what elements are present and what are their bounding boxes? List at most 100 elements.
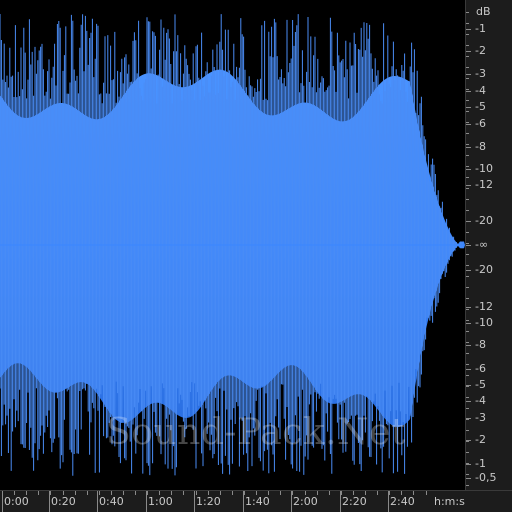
db-minor-tick — [466, 342, 469, 343]
db-label: -8 — [475, 140, 486, 153]
time-minor-tick — [50, 491, 51, 495]
db-tick — [466, 74, 471, 75]
db-minor-tick — [466, 34, 469, 35]
db-minor-tick — [466, 364, 469, 365]
time-minor-tick — [147, 491, 148, 495]
db-minor-tick — [466, 353, 469, 354]
time-label: 2:00 — [293, 495, 318, 508]
time-minor-tick — [365, 491, 366, 495]
db-minor-tick — [466, 23, 469, 24]
db-minor-tick — [466, 474, 469, 475]
db-minor-tick — [466, 210, 469, 211]
db-label: -10 — [475, 316, 493, 329]
db-label: -10 — [475, 162, 493, 175]
time-minor-tick — [389, 491, 390, 495]
time-minor-tick — [341, 491, 342, 495]
db-label: -3 — [475, 411, 486, 424]
db-tick — [466, 478, 471, 479]
db-tick — [466, 107, 471, 108]
time-minor-tick — [38, 491, 39, 495]
time-minor-tick — [159, 491, 160, 495]
db-label: -12 — [475, 300, 493, 313]
db-tick — [466, 124, 471, 125]
time-minor-tick — [256, 491, 257, 495]
db-tick — [466, 51, 471, 52]
time-minor-tick — [401, 491, 402, 495]
time-minor-tick — [63, 491, 64, 495]
db-minor-tick — [466, 144, 469, 145]
db-label: -20 — [475, 263, 493, 276]
db-tick — [466, 245, 471, 246]
time-minor-tick — [280, 491, 281, 495]
db-minor-tick — [466, 309, 469, 310]
db-minor-tick — [466, 89, 469, 90]
time-ruler: h:m:s 0:00 0:20 0:40 1:00 1:20 1:40 2:00 2:20 2:… — [0, 490, 512, 512]
time-minor-tick — [87, 491, 88, 495]
db-minor-tick — [466, 408, 469, 409]
db-minor-tick — [466, 485, 469, 486]
db-label-infinity: -∞ — [475, 238, 489, 251]
time-label: 1:40 — [245, 495, 270, 508]
db-tick — [466, 307, 471, 308]
db-minor-tick — [466, 188, 469, 189]
db-minor-tick — [466, 122, 469, 123]
db-unit-label: dB — [476, 5, 491, 18]
db-minor-tick — [466, 276, 469, 277]
db-minor-tick — [466, 452, 469, 453]
db-minor-tick — [466, 430, 469, 431]
db-minor-tick — [466, 287, 469, 288]
db-minor-tick — [466, 111, 469, 112]
db-tick — [466, 185, 471, 186]
db-label: -5 — [475, 378, 486, 391]
waveform-panel[interactable] — [0, 0, 465, 490]
time-minor-tick — [196, 491, 197, 495]
time-label: 2:40 — [390, 495, 415, 508]
time-minor-tick — [2, 491, 3, 495]
db-tick — [466, 270, 471, 271]
db-label: -2 — [475, 433, 486, 446]
db-tick — [466, 369, 471, 370]
time-minor-tick — [292, 491, 293, 495]
db-label: -0,5 — [475, 471, 497, 484]
time-minor-tick — [305, 491, 306, 495]
time-unit-label: h:m:s — [434, 495, 465, 508]
db-label: -6 — [475, 362, 486, 375]
db-minor-tick — [466, 221, 469, 222]
db-label: -1 — [475, 22, 486, 35]
db-minor-tick — [466, 419, 469, 420]
db-tick — [466, 401, 471, 402]
time-minor-tick — [123, 491, 124, 495]
db-minor-tick — [466, 155, 469, 156]
db-label: -8 — [475, 338, 486, 351]
waveform-display[interactable] — [0, 0, 465, 490]
time-minor-tick — [171, 491, 172, 495]
db-minor-tick — [466, 100, 469, 101]
db-minor-tick — [466, 166, 469, 167]
db-minor-tick — [466, 320, 469, 321]
time-label: 0:20 — [51, 495, 76, 508]
db-minor-tick — [466, 199, 469, 200]
db-ruler: dB -1 -2 -3 -4 -5 -6 -8 -10 -12 -20 -∞ -20 -12 -10 -8 -… — [465, 0, 512, 490]
time-minor-tick — [329, 491, 330, 495]
time-minor-tick — [208, 491, 209, 495]
db-minor-tick — [466, 331, 469, 332]
db-tick — [466, 464, 471, 465]
time-minor-tick — [244, 491, 245, 495]
db-minor-tick — [466, 265, 469, 266]
time-label: 1:20 — [196, 495, 221, 508]
db-label: -12 — [475, 178, 493, 191]
db-label: -4 — [475, 84, 486, 97]
time-label: 0:00 — [4, 495, 29, 508]
time-minor-tick — [353, 491, 354, 495]
db-minor-tick — [466, 463, 469, 464]
time-label: 1:00 — [148, 495, 173, 508]
db-minor-tick — [466, 177, 469, 178]
time-minor-tick — [377, 491, 378, 495]
time-label: 0:40 — [99, 495, 124, 508]
db-minor-tick — [466, 254, 469, 255]
time-label: 2:20 — [342, 495, 367, 508]
db-minor-tick — [466, 12, 469, 13]
db-tick — [466, 323, 471, 324]
db-minor-tick — [466, 386, 469, 387]
db-tick — [466, 169, 471, 170]
